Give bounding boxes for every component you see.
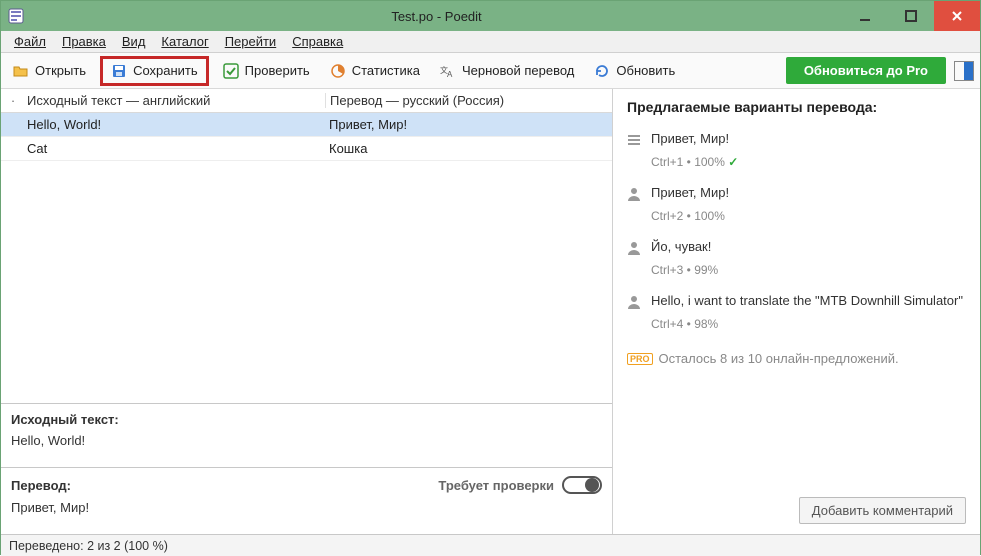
row-target: Привет, Мир! [325, 117, 612, 132]
minimize-button[interactable] [842, 1, 888, 31]
save-highlight: Сохранить [100, 56, 209, 86]
suggestion-item[interactable]: Привет, Мир! [627, 185, 966, 201]
target-text-input[interactable]: Привет, Мир! [11, 500, 602, 528]
suggestion-meta: Ctrl+2 • 100% [651, 209, 966, 223]
needs-work-label: Требует проверки [438, 478, 554, 493]
suggestion-meta: Ctrl+1 • 100% ✓ [651, 155, 966, 169]
source-block: Исходный текст: Hello, World! [1, 403, 612, 467]
check-icon [223, 63, 239, 79]
source-label: Исходный текст: [11, 412, 602, 427]
window-title: Test.po - Poedit [31, 9, 842, 24]
suggestion-item[interactable]: Hello, i want to translate the "MTB Down… [627, 293, 966, 309]
left-pane: · Исходный текст — английский Перевод — … [1, 89, 613, 534]
add-comment-button[interactable]: Добавить комментарий [799, 497, 966, 524]
suggestion-meta: Ctrl+4 • 98% [651, 317, 966, 331]
row-source: Cat [25, 141, 325, 156]
app-icon [1, 8, 31, 24]
open-label: Открыть [35, 63, 86, 78]
suggestion-text: Привет, Мир! [651, 185, 729, 200]
suggestion-text: Привет, Мир! [651, 131, 729, 146]
status-text: Переведено: 2 из 2 (100 %) [9, 539, 168, 553]
menu-view[interactable]: Вид [115, 32, 153, 51]
open-button[interactable]: Открыть [7, 59, 92, 83]
update-button[interactable]: Обновить [588, 59, 681, 83]
folder-open-icon [13, 63, 29, 79]
suggestions-title: Предлагаемые варианты перевода: [627, 99, 966, 115]
target-block: Перевод: Требует проверки Привет, Мир! [1, 467, 612, 534]
sidebar-toggle-button[interactable] [954, 61, 974, 81]
tm-icon [627, 133, 643, 147]
person-icon [627, 187, 643, 201]
person-icon [627, 295, 643, 309]
save-label: Сохранить [133, 63, 198, 78]
needs-work-toggle[interactable] [562, 476, 602, 494]
suggestions-pane: Предлагаемые варианты перевода: Привет, … [613, 89, 980, 534]
refresh-icon [594, 63, 610, 79]
stats-label: Статистика [352, 63, 420, 78]
menu-edit[interactable]: Правка [55, 32, 113, 51]
translation-list[interactable]: Hello, World! Привет, Мир! Cat Кошка [1, 113, 612, 403]
target-column-header[interactable]: Перевод — русский (Россия) [325, 93, 612, 108]
menu-catalog[interactable]: Каталог [154, 32, 215, 51]
source-column-header[interactable]: Исходный текст — английский [25, 93, 325, 108]
status-bar: Переведено: 2 из 2 (100 %) [1, 534, 980, 556]
validate-button[interactable]: Проверить [217, 59, 316, 83]
pro-remaining-text: Осталось 8 из 10 онлайн-предложений. [659, 351, 899, 366]
suggestion-item[interactable]: Йо, чувак! [627, 239, 966, 255]
suggestion-meta: Ctrl+3 • 99% [651, 263, 966, 277]
menu-file[interactable]: Файл [7, 32, 53, 51]
pie-chart-icon [330, 63, 346, 79]
source-text: Hello, World! [11, 433, 602, 461]
table-row[interactable]: Hello, World! Привет, Мир! [1, 113, 612, 137]
validate-label: Проверить [245, 63, 310, 78]
save-button[interactable]: Сохранить [107, 61, 202, 81]
suggestion-text: Йо, чувак! [651, 239, 711, 254]
main-area: · Исходный текст — английский Перевод — … [1, 89, 980, 534]
row-target: Кошка [325, 141, 612, 156]
maximize-button[interactable] [888, 1, 934, 31]
menu-go[interactable]: Перейти [218, 32, 284, 51]
update-label: Обновить [616, 63, 675, 78]
stats-button[interactable]: Статистика [324, 59, 426, 83]
status-column-header[interactable]: · [1, 93, 25, 108]
table-row[interactable]: Cat Кошка [1, 137, 612, 161]
person-icon [627, 241, 643, 255]
row-source: Hello, World! [25, 117, 325, 132]
columns-header: · Исходный текст — английский Перевод — … [1, 89, 612, 113]
svg-text:A: A [447, 70, 453, 79]
pretranslate-button[interactable]: 文A Черновой перевод [434, 59, 580, 83]
pretranslate-label: Черновой перевод [462, 63, 574, 78]
suggestion-item[interactable]: Привет, Мир! [627, 131, 966, 147]
pro-badge-icon: PRO [627, 353, 653, 365]
pro-remaining-note: PRO Осталось 8 из 10 онлайн-предложений. [627, 351, 966, 366]
suggestion-text: Hello, i want to translate the "MTB Down… [651, 293, 963, 308]
save-icon [111, 63, 127, 79]
window-buttons [842, 1, 980, 31]
upgrade-pro-button[interactable]: Обновиться до Pro [786, 57, 946, 84]
close-button[interactable] [934, 1, 980, 31]
toolbar: Открыть Сохранить Проверить Статистика 文… [1, 53, 980, 89]
menu-bar: Файл Правка Вид Каталог Перейти Справка [1, 31, 980, 53]
title-bar: Test.po - Poedit [1, 1, 980, 31]
menu-help[interactable]: Справка [285, 32, 350, 51]
translate-icon: 文A [440, 63, 456, 79]
target-label: Перевод: [11, 478, 71, 493]
